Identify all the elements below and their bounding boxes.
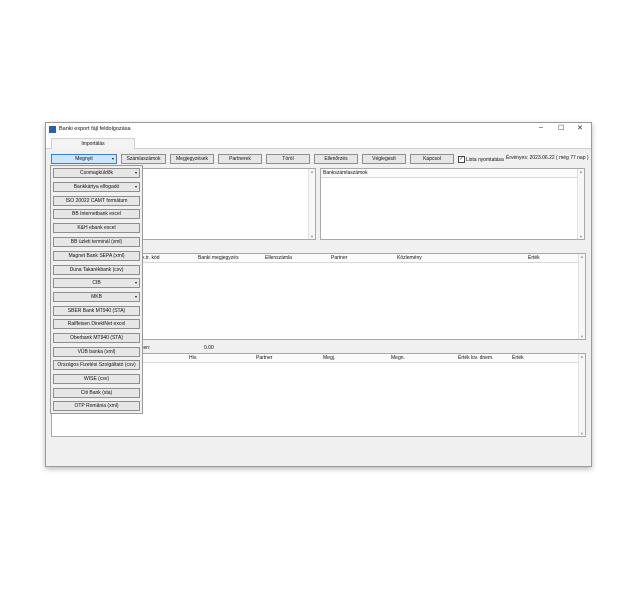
menu-item-label: CIB xyxy=(92,280,101,286)
open-dropdown-menu: Csomagküldők ▾ Bankkártya elfogadó ▾ ISO… xyxy=(50,165,143,414)
open-button[interactable]: Megnyit ▾ xyxy=(51,154,117,164)
menu-item-citi[interactable]: Citi Bank (sta) xyxy=(53,388,140,398)
close-button[interactable]: ✕ xyxy=(577,124,583,132)
column-header[interactable]: Érték xyxy=(528,255,540,261)
bank-accounts-title: Bankszámlaszámok xyxy=(323,170,368,176)
menu-item-magnet-sepa[interactable]: Magnet Bank SEPA (xml) xyxy=(53,251,140,261)
column-header[interactable]: Partner xyxy=(256,355,272,361)
scroll-down-icon: ▼ xyxy=(310,234,314,239)
connect-button[interactable]: Kapcsol xyxy=(410,154,454,164)
tab-importalas[interactable]: Importálás xyxy=(51,138,135,149)
details-grid-scrollbar[interactable]: ▲ ▼ xyxy=(578,354,585,436)
title-bar: Banki export fájl feldolgozása – ☐ ✕ xyxy=(46,123,591,136)
sum-value: 0.00 xyxy=(204,345,214,351)
chevron-down-icon: ▾ xyxy=(134,294,137,299)
scroll-up-icon: ▲ xyxy=(580,254,584,259)
scroll-down-icon: ▼ xyxy=(580,431,584,436)
transactions-grid-scrollbar[interactable]: ▲ ▼ xyxy=(578,254,585,339)
menu-item-label: Bankkártya elfogadó xyxy=(73,184,120,190)
maximize-button[interactable]: ☐ xyxy=(558,124,564,132)
column-header[interactable]: Hiv. xyxy=(189,355,197,361)
menu-item-bb-terminal[interactable]: BB üzleti terminál (xml) xyxy=(53,237,140,247)
menu-item-iso20022[interactable]: ISO 20022 CAMT formátum xyxy=(53,196,140,206)
menu-item-vub[interactable]: VÚB banka (xml) xyxy=(53,347,140,357)
scroll-down-icon: ▼ xyxy=(579,234,583,239)
column-header[interactable]: Megn. xyxy=(391,355,405,361)
menu-item-duna-takarek[interactable]: Duna Takarékbank (csv) xyxy=(53,265,140,275)
menu-item-oberbank[interactable]: Oberbank MT940 (STA) xyxy=(53,333,140,343)
check-button[interactable]: Ellenőrzés xyxy=(314,154,358,164)
menu-item-csomagkuldok[interactable]: Csomagküldők ▾ xyxy=(53,168,140,178)
top-left-scrollbar[interactable]: ▲ ▼ xyxy=(308,169,315,239)
app-icon xyxy=(49,126,56,133)
menu-item-label: MKB xyxy=(91,294,102,300)
column-header[interactable]: k.tr. kód xyxy=(142,255,160,261)
menu-item-label: Csomagküldők xyxy=(79,170,114,176)
chevron-down-icon: ▾ xyxy=(134,280,137,285)
bank-accounts-header: Bankszámlaszámok xyxy=(321,169,577,178)
print-list-label: Lista nyomtatása xyxy=(466,157,504,163)
open-button-label: Megnyit xyxy=(75,156,93,162)
menu-item-mkb[interactable]: MKB ▾ xyxy=(53,292,140,302)
delete-button[interactable]: Töröl xyxy=(266,154,310,164)
column-header[interactable]: Érték xyxy=(512,355,524,361)
check-icon: ✓ xyxy=(459,156,464,162)
menu-item-sber[interactable]: SBER Bank MT940 (STA) xyxy=(53,306,140,316)
menu-item-wise[interactable]: WISE (csv) xyxy=(53,374,140,384)
minimize-button[interactable]: – xyxy=(539,124,543,131)
tab-bar: Importálás xyxy=(46,136,591,149)
notes-button[interactable]: Megjegyzések xyxy=(170,154,214,164)
bank-accounts-panel[interactable]: Bankszámlaszámok ▲ ▼ xyxy=(320,168,585,240)
window-title: Banki export fájl feldolgozása xyxy=(59,126,131,132)
scroll-up-icon: ▲ xyxy=(580,354,584,359)
menu-item-bankkartya[interactable]: Bankkártya elfogadó ▾ xyxy=(53,182,140,192)
chevron-down-icon: ▾ xyxy=(134,184,137,189)
bank-accounts-scrollbar[interactable]: ▲ ▼ xyxy=(577,169,584,239)
menu-item-otp-romania[interactable]: OTP România (xml) xyxy=(53,401,140,411)
scroll-up-icon: ▲ xyxy=(310,169,314,174)
column-header[interactable]: Érték kiv. dnem. xyxy=(458,355,493,361)
menu-item-kh-ebank[interactable]: K&H ebank excel xyxy=(53,223,140,233)
print-list-checkbox[interactable]: ✓ xyxy=(458,156,465,163)
scroll-up-icon: ▲ xyxy=(579,169,583,174)
scroll-down-icon: ▼ xyxy=(580,334,584,339)
chevron-down-icon: ▾ xyxy=(111,156,114,161)
column-header[interactable]: Ellenszámla xyxy=(265,255,292,261)
chevron-down-icon: ▾ xyxy=(134,170,137,175)
menu-item-raiffeisen[interactable]: Raiffeisen DirektNet excel xyxy=(53,319,140,329)
menu-item-cib[interactable]: CIB ▾ xyxy=(53,278,140,288)
column-header[interactable]: Partner xyxy=(331,255,347,261)
partners-button[interactable]: Partnerek xyxy=(218,154,262,164)
menu-item-bb-internetbank[interactable]: BB Internetbank excel xyxy=(53,209,140,219)
validity-text: Érvényes: 2023.06.22 ( még 77 nap ) xyxy=(506,155,589,161)
account-numbers-button[interactable]: Számlaszámok xyxy=(121,154,166,164)
finalize-button[interactable]: Véglegesít xyxy=(362,154,406,164)
menu-item-ofsz[interactable]: Országos Fizetési Szolgáltató (csv) xyxy=(53,360,140,370)
column-header[interactable]: Közlemény xyxy=(397,255,422,261)
column-header[interactable]: Banki megjegyzés xyxy=(198,255,239,261)
column-header[interactable]: Megj. xyxy=(323,355,335,361)
